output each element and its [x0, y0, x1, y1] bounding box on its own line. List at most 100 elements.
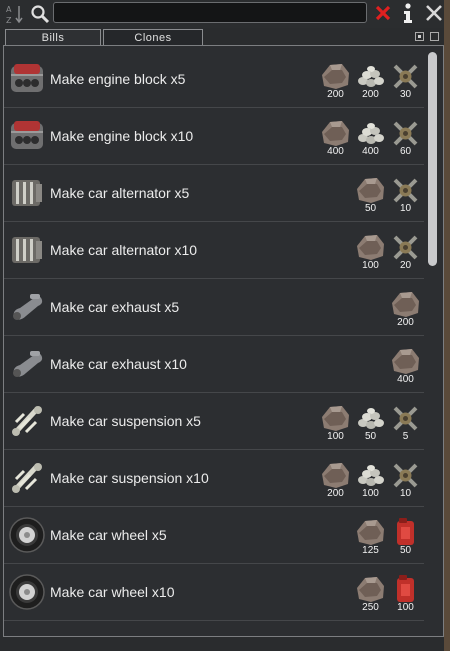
engine-block-icon [8, 60, 46, 98]
cost-item: 400 [389, 346, 422, 386]
bill-costs: 30 200 200 [319, 61, 422, 101]
cost-item: 125 [354, 517, 387, 557]
clear-search-icon[interactable] [374, 4, 392, 22]
bill-costs: 200 [389, 289, 422, 329]
partial-row [4, 626, 424, 636]
suspension-icon [8, 402, 46, 440]
toolbar: A Z [0, 0, 450, 28]
bill-label: Make car suspension x5 [50, 413, 201, 429]
sort-az-icon[interactable]: A Z [5, 3, 25, 25]
cost-amount: 100 [362, 488, 379, 499]
cost-item: 30 [389, 61, 422, 101]
background-edge [444, 0, 450, 651]
info-icon[interactable] [400, 2, 416, 24]
bill-costs: 50 125 [354, 517, 422, 557]
svg-text:Z: Z [6, 16, 12, 25]
exhaust-icon [8, 345, 46, 383]
close-icon[interactable] [424, 3, 444, 23]
bill-label: Make car suspension x10 [50, 470, 209, 486]
cost-amount: 200 [397, 317, 414, 328]
cost-item: 50 [389, 517, 422, 557]
cost-amount: 400 [362, 146, 379, 157]
bill-row[interactable]: Make engine block x10 60 400 400 [4, 108, 424, 165]
cost-item: 200 [319, 61, 352, 101]
bill-label: Make car exhaust x5 [50, 299, 180, 315]
cost-amount: 100 [327, 431, 344, 442]
bills-panel: Make engine block x5 30 200 200 Make engine … [3, 45, 444, 637]
cost-amount: 250 [362, 602, 379, 613]
cost-amount: 30 [399, 89, 412, 100]
bill-label: Make car wheel x10 [50, 584, 175, 600]
cost-amount: 10 [399, 203, 412, 214]
bill-costs: 20 100 [354, 232, 422, 272]
cost-amount: 20 [399, 260, 412, 271]
cost-amount: 5 [402, 431, 409, 442]
bill-list: Make engine block x5 30 200 200 Make engine … [4, 51, 426, 621]
cost-item: 200 [319, 460, 352, 500]
suspension-icon [8, 459, 46, 497]
cost-item: 50 [354, 403, 387, 443]
alternator-icon [8, 174, 46, 212]
cost-item: 10 [389, 175, 422, 215]
cost-item: 200 [354, 61, 387, 101]
bill-label: Make car alternator x5 [50, 185, 190, 201]
bill-row[interactable]: Make car alternator x10 20 100 [4, 222, 424, 279]
bill-costs: 60 400 400 [319, 118, 422, 158]
cost-amount: 125 [362, 545, 379, 556]
view-mode-expand-icon[interactable] [430, 32, 439, 41]
bill-costs: 5 50 100 [319, 403, 422, 443]
cost-item: 20 [389, 232, 422, 272]
bill-row[interactable]: Make car exhaust x5 200 [4, 279, 424, 336]
scrollbar-thumb[interactable] [428, 52, 437, 266]
search-input[interactable] [53, 2, 367, 23]
bill-row[interactable]: Make car exhaust x10 400 [4, 336, 424, 393]
cost-amount: 50 [364, 203, 377, 214]
engine-block-icon [8, 117, 46, 155]
bill-row[interactable]: Make car wheel x10 100 250 [4, 564, 424, 621]
bill-row[interactable]: Make car alternator x5 10 50 [4, 165, 424, 222]
bill-label: Make engine block x5 [50, 71, 186, 87]
cost-item: 5 [389, 403, 422, 443]
cost-item: 100 [354, 460, 387, 500]
cost-amount: 200 [327, 89, 344, 100]
svg-text:A: A [6, 5, 12, 14]
bill-label: Make car alternator x10 [50, 242, 198, 258]
cost-amount: 400 [327, 146, 344, 157]
cost-item: 250 [354, 574, 387, 614]
alternator-icon [8, 231, 46, 269]
tab-clones[interactable]: Clones [103, 29, 203, 46]
bill-row[interactable]: Make engine block x5 30 200 200 [4, 51, 424, 108]
bill-costs: 400 [389, 346, 422, 386]
bill-label: Make car wheel x5 [50, 527, 167, 543]
cost-amount: 50 [364, 431, 377, 442]
cost-amount: 60 [399, 146, 412, 157]
cost-item: 100 [319, 403, 352, 443]
cost-item: 100 [354, 232, 387, 272]
view-mode-single-icon[interactable] [415, 32, 424, 41]
cost-amount: 10 [399, 488, 412, 499]
bill-costs: 10 50 [354, 175, 422, 215]
cost-amount: 100 [397, 602, 414, 613]
bill-row[interactable]: Make car suspension x5 5 50 100 [4, 393, 424, 450]
bill-costs: 100 250 [354, 574, 422, 614]
cost-item: 400 [354, 118, 387, 158]
cost-amount: 200 [362, 89, 379, 100]
cost-amount: 200 [327, 488, 344, 499]
bill-costs: 10 100 200 [319, 460, 422, 500]
bill-row[interactable]: Make car suspension x10 10 100 200 [4, 450, 424, 507]
cost-item: 50 [354, 175, 387, 215]
cost-item: 200 [389, 289, 422, 329]
bill-label: Make car exhaust x10 [50, 356, 187, 372]
exhaust-icon [8, 288, 46, 326]
cost-item: 10 [389, 460, 422, 500]
wheel-icon [8, 516, 46, 554]
cost-item: 400 [319, 118, 352, 158]
search-icon[interactable] [30, 4, 50, 24]
cost-amount: 400 [397, 374, 414, 385]
bill-label: Make engine block x10 [50, 128, 194, 144]
tab-bills[interactable]: Bills [5, 29, 101, 46]
cost-item: 100 [389, 574, 422, 614]
bill-row[interactable]: Make car wheel x5 50 125 [4, 507, 424, 564]
scrollbar[interactable] [428, 52, 438, 632]
wheel-icon [8, 573, 46, 611]
